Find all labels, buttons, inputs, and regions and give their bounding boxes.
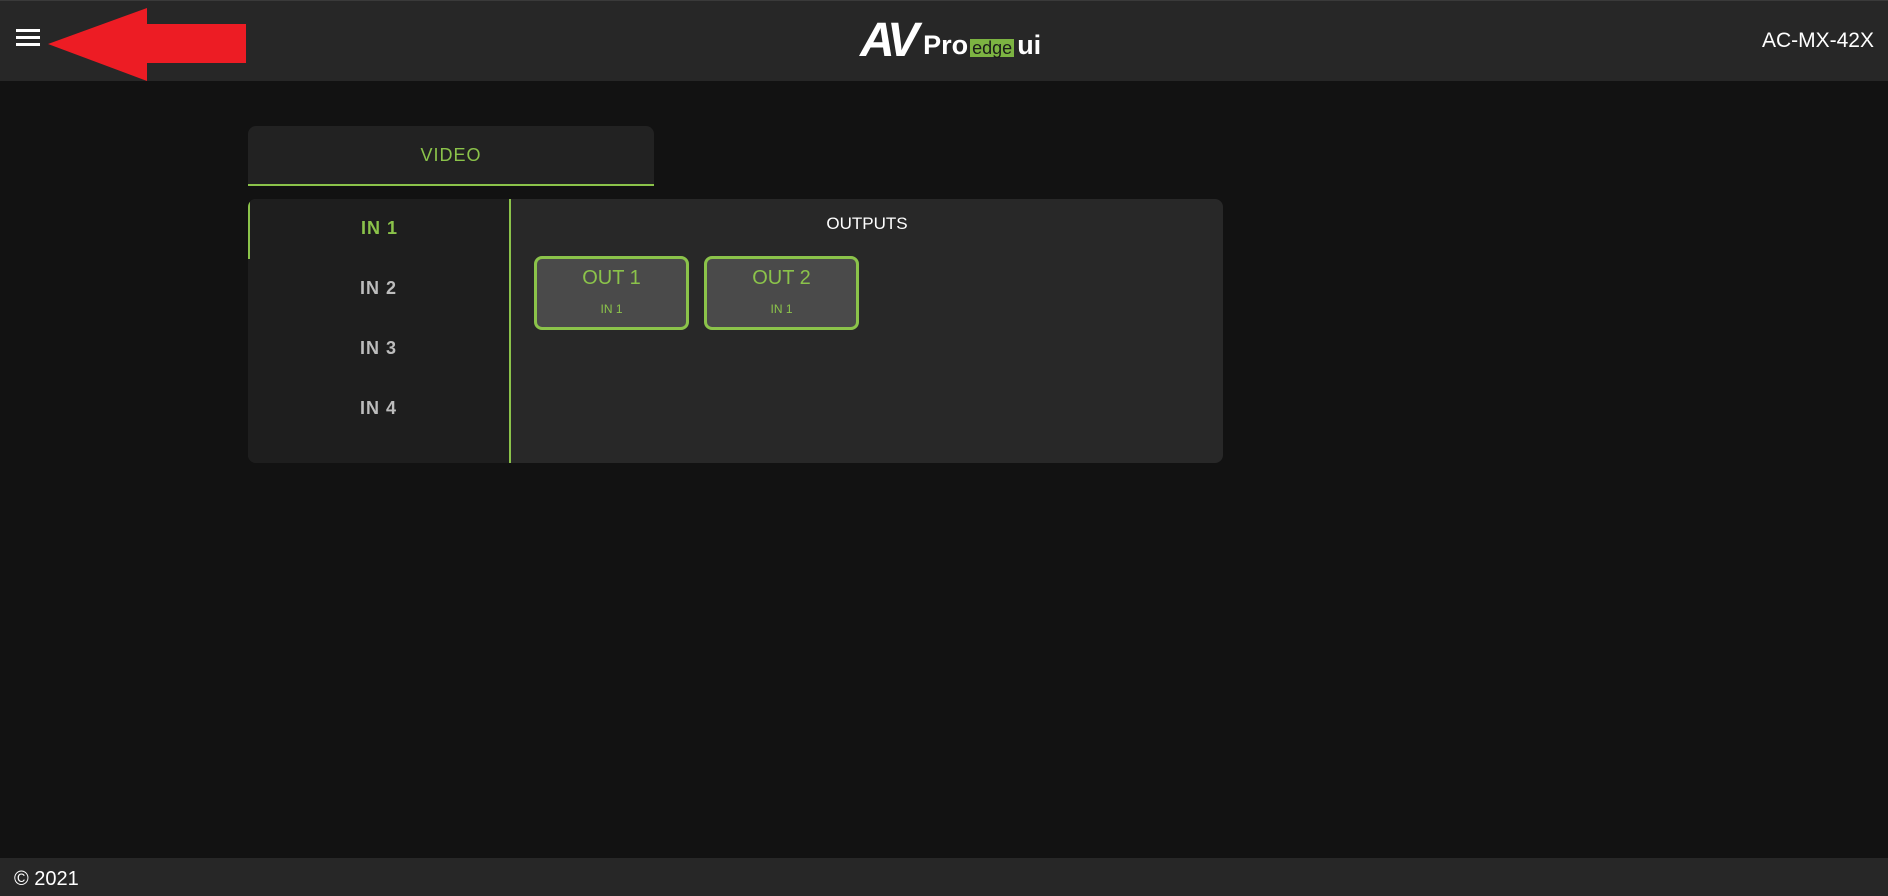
- input-item-in-1[interactable]: IN 1: [248, 199, 509, 259]
- avpro-edge-ui-logo: AV Pro edge ui: [860, 14, 1042, 67]
- input-item-in-4[interactable]: IN 4: [248, 379, 509, 439]
- output-name: OUT 2: [752, 267, 811, 289]
- output-button-out-2[interactable]: OUT 2 IN 1: [704, 256, 859, 330]
- output-button-out-1[interactable]: OUT 1 IN 1: [534, 256, 689, 330]
- device-name: AC-MX-42X: [1761, 29, 1874, 52]
- input-item-in-3[interactable]: IN 3: [248, 319, 509, 379]
- outputs-title: OUTPUTS: [826, 214, 908, 233]
- routing-panel: IN 1 IN 2 IN 3 IN 4 OUTPUTS OUT 1 IN 1 O…: [248, 199, 1223, 463]
- footer: © 2021: [0, 858, 1888, 896]
- hamburger-menu-icon[interactable]: [14, 29, 44, 53]
- red-arrow-annotation: [48, 8, 246, 81]
- output-name: OUT 1: [582, 267, 641, 289]
- top-bar: AV Pro edge ui AC-MX-42X: [0, 0, 1888, 81]
- input-item-in-2[interactable]: IN 2: [248, 259, 509, 319]
- copyright-text: © 2021: [14, 868, 79, 890]
- output-source: IN 1: [600, 302, 623, 316]
- tab-video[interactable]: VIDEO: [248, 126, 654, 186]
- inputs-list: IN 1 IN 2 IN 3 IN 4: [248, 199, 511, 463]
- output-source: IN 1: [770, 302, 793, 316]
